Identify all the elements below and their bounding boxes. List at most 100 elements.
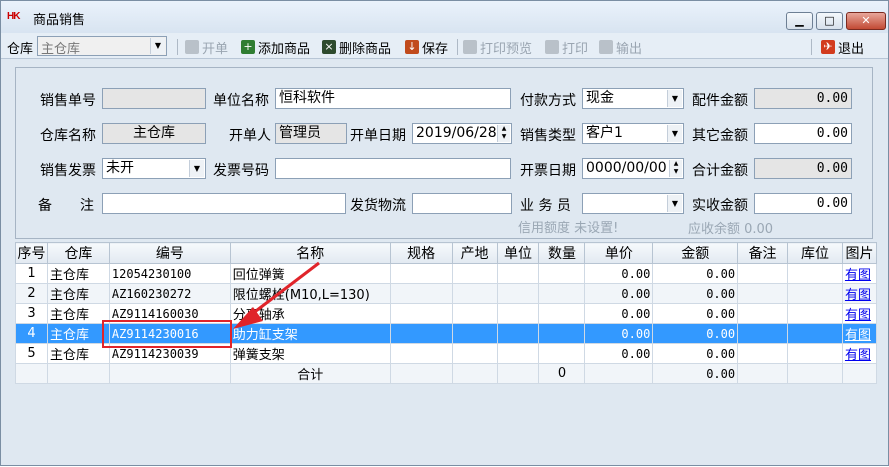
close-button[interactable]: ✕ (846, 12, 886, 30)
table-cell (737, 343, 789, 364)
print-button[interactable]: 打印 (545, 37, 588, 57)
table-cell (787, 303, 843, 324)
table-cell: 主仓库 (46, 303, 110, 324)
invoice-date-field[interactable]: 0000/00/00 ▲ ▼ (582, 158, 684, 179)
column-header[interactable]: 备注 (737, 242, 789, 264)
column-header[interactable]: 金额 (652, 242, 739, 264)
logistics-field[interactable] (412, 193, 512, 214)
remark-field[interactable] (102, 193, 346, 214)
column-header[interactable]: 编号 (108, 242, 231, 264)
table-cell (787, 283, 843, 304)
column-header[interactable]: 单价 (584, 242, 654, 264)
product-table: 序号 仓库 编号 名称 规格 产地 单位 数量 单价 金额 备注 库位 图片 1 主仓库 120542301… (15, 242, 877, 384)
table-cell: 0.00 (584, 323, 654, 344)
order-date-label: 开单日期 (350, 128, 406, 144)
remark-label: 备 注 (38, 198, 94, 214)
table-cell (496, 363, 540, 384)
table-cell (496, 263, 540, 284)
exit-label: 退出 (838, 41, 865, 57)
other-amount-field[interactable]: 0.00 (754, 123, 852, 144)
grid-header-row: 序号 仓库 编号 名称 规格 产地 单位 数量 单价 金额 备注 库位 图片 (15, 242, 877, 264)
table-cell (451, 283, 498, 304)
logistics-label: 发货物流 (350, 198, 406, 214)
date-spinner-icon[interactable]: ▲ ▼ (669, 160, 682, 177)
column-header[interactable]: 数量 (538, 242, 586, 264)
column-header[interactable]: 规格 (389, 242, 453, 264)
column-header[interactable]: 图片 (841, 242, 877, 264)
table-cell: 0.00 (584, 263, 654, 284)
invoice-date-value: 0000/00/00 (586, 160, 667, 176)
opener-label: 开单人 (229, 128, 271, 144)
table-cell[interactable]: 有图 (841, 263, 877, 284)
save-icon: ↓ (405, 40, 419, 54)
table-cell[interactable]: 有图 (841, 303, 877, 324)
table-cell: 0.00 (652, 283, 739, 304)
table-row[interactable]: 2 主仓库 AZ160230272 限位螺栓(M10,L=130) 0.00 0.00 有图 (15, 283, 877, 304)
receivable-balance-hint: 应收余额 0.00 (688, 222, 774, 237)
received-amount-label: 实收金额 (692, 198, 748, 214)
table-cell (737, 283, 789, 304)
unit-name-label: 单位名称 (213, 93, 269, 109)
add-product-button[interactable]: + 添加商品 (241, 37, 310, 57)
table-cell: 主仓库 (46, 323, 110, 344)
add-icon: + (241, 40, 255, 54)
table-cell: 主仓库 (46, 283, 110, 304)
maximize-button[interactable]: □ (816, 12, 843, 30)
open-order-button[interactable]: 开单 (185, 37, 228, 57)
export-icon (599, 40, 613, 54)
delete-product-button[interactable]: × 删除商品 (322, 37, 391, 57)
invoice-value: 未开 (106, 160, 134, 176)
unit-name-field[interactable]: 恒科软件 (275, 88, 511, 109)
toolbar-divider (811, 39, 812, 55)
printer-icon (545, 40, 559, 54)
invoice-select[interactable]: 未开 ▼ (102, 158, 206, 179)
salesman-label: 业 务 员 (520, 198, 571, 214)
table-cell (496, 283, 540, 304)
minimize-button[interactable]: ▁ (786, 12, 813, 30)
save-button[interactable]: ↓ 保存 (405, 37, 448, 57)
column-header[interactable]: 仓库 (46, 242, 110, 264)
new-doc-icon (185, 40, 199, 54)
warehouse-select[interactable]: 主仓库 ▼ (37, 36, 167, 57)
column-header[interactable]: 产地 (451, 242, 498, 264)
table-cell: 弹簧支架 (229, 343, 391, 364)
table-cell: 0.00 (652, 343, 739, 364)
table-cell (108, 363, 231, 384)
salesman-select[interactable]: ▼ (582, 193, 684, 214)
column-header[interactable]: 序号 (15, 242, 48, 264)
table-cell: 回位弹簧 (229, 263, 391, 284)
column-header[interactable]: 单位 (496, 242, 540, 264)
column-header[interactable]: 名称 (229, 242, 391, 264)
table-cell (538, 263, 586, 284)
total-label: 合计 (229, 363, 391, 384)
window-title: 商品销售 (33, 13, 86, 28)
print-preview-label: 打印预览 (480, 41, 533, 57)
payment-method-select[interactable]: 现金 ▼ (582, 88, 684, 109)
table-cell (737, 303, 789, 324)
credit-limit-hint: 信用额度 未设置! (518, 221, 619, 236)
table-cell: 0.00 (584, 303, 654, 324)
exit-button[interactable]: ✈ 退出 (821, 37, 864, 57)
table-cell (538, 303, 586, 324)
payment-method-value: 现金 (586, 90, 614, 106)
add-product-label: 添加商品 (258, 41, 311, 57)
export-button[interactable]: 输出 (599, 37, 642, 57)
table-cell (389, 263, 453, 284)
order-date-field[interactable]: 2019/06/28 ▲ ▼ (412, 123, 512, 144)
sales-type-select[interactable]: 客户1 ▼ (582, 123, 684, 144)
table-cell: 3 (15, 303, 48, 324)
invoice-no-field[interactable] (275, 158, 511, 179)
table-cell[interactable]: 有图 (841, 343, 877, 364)
total-quantity: 0 (538, 363, 586, 384)
table-row[interactable]: 1 主仓库 12054230100 回位弹簧 0.00 0.00 有图 (15, 263, 877, 284)
column-header[interactable]: 库位 (787, 242, 843, 264)
received-amount-field[interactable]: 0.00 (754, 193, 852, 214)
print-preview-button[interactable]: 打印预览 (463, 37, 532, 57)
table-cell[interactable]: 有图 (841, 323, 877, 344)
exit-icon: ✈ (821, 40, 835, 54)
print-preview-icon (463, 40, 477, 54)
chevron-down-icon: ▼ (667, 90, 682, 107)
date-spinner-icon[interactable]: ▲ ▼ (497, 125, 510, 142)
table-cell[interactable]: 有图 (841, 283, 877, 304)
order-no-field (102, 88, 206, 109)
